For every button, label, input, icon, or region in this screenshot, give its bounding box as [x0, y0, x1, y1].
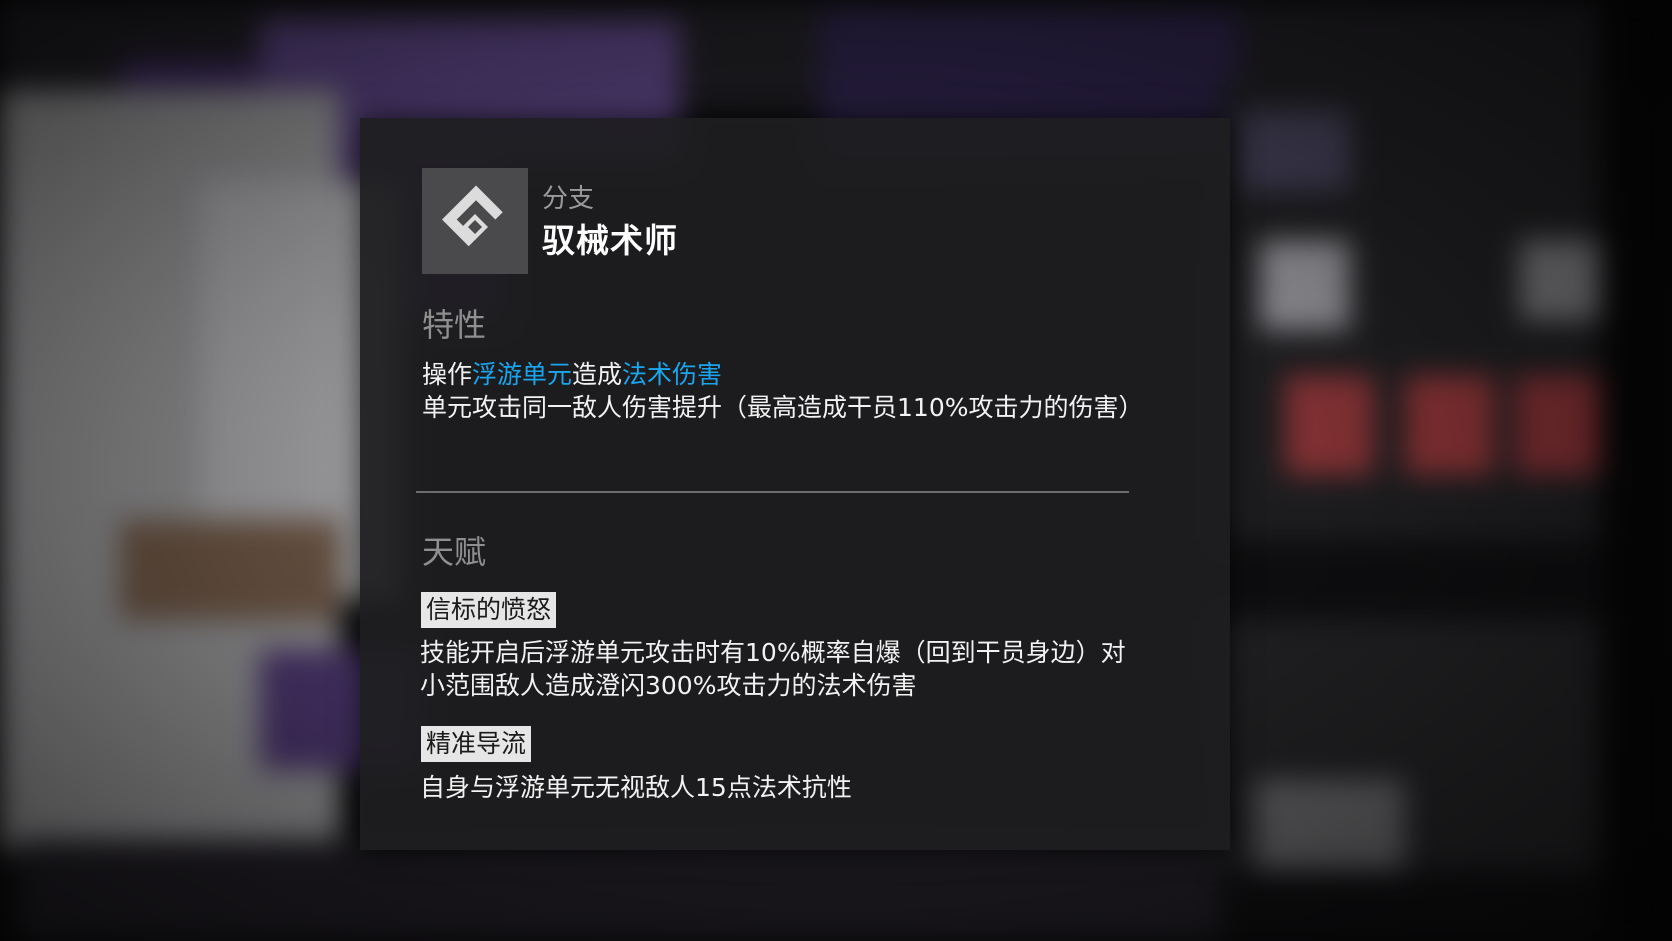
trait-mid: 造成 [572, 360, 623, 389]
trait-line-1: 操作浮游单元造成法术伤害 [422, 358, 1152, 391]
section-divider [416, 491, 1129, 493]
talent-name-tag: 信标的愤怒 [421, 592, 557, 628]
talent-description: 自身与浮游单元无视敌人15点法术抗性 [420, 773, 852, 802]
trait-line-2: 单元攻击同一敌人伤害提升（最高造成干员110%攻击力的伤害） [422, 393, 1144, 422]
branch-caption: 分支 [542, 184, 595, 214]
branch-info-panel: 分支 驭械术师 特性 操作浮游单元造成法术伤害 单元攻击同一敌人伤害提升（最高造… [360, 118, 1230, 850]
talent-name-tag: 精准导流 [421, 726, 532, 762]
trait-section-title: 特性 [422, 306, 487, 344]
trait-keyword-drone: 浮游单元 [472, 360, 573, 389]
mechanic-branch-icon [442, 185, 503, 247]
branch-name: 驭械术师 [542, 221, 678, 260]
trait-prefix: 操作 [422, 360, 473, 389]
trait-keyword-arts-damage: 法术伤害 [622, 360, 723, 389]
talent-section-title: 天赋 [422, 533, 487, 571]
trait-description: 操作浮游单元造成法术伤害 单元攻击同一敌人伤害提升（最高造成干员110%攻击力的… [422, 358, 1152, 424]
talent-description: 技能开启后浮游单元攻击时有10%概率自爆（回到干员身边）对小范围敌人造成澄闪30… [420, 638, 1126, 700]
branch-icon-box [422, 168, 528, 274]
game-screen: 分支 驭械术师 特性 操作浮游单元造成法术伤害 单元攻击同一敌人伤害提升（最高造… [0, 0, 1672, 941]
